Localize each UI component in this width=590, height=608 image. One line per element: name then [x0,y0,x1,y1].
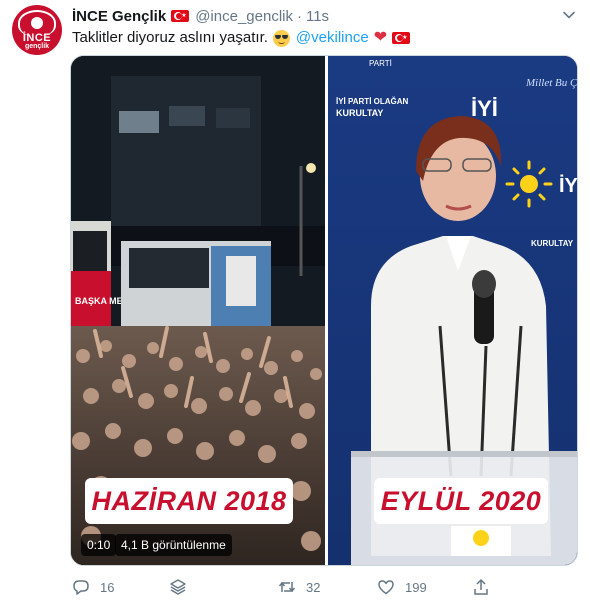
share-icon [474,578,488,595]
banner-kurultay-side-text: KURULTAY [531,239,574,248]
display-name[interactable]: İNCE Gençlik [72,8,166,25]
separator-dot: · [296,7,302,25]
stack-button[interactable] [169,576,187,598]
view-count-badge: 4,1 B görüntülenme [115,534,232,556]
turkey-flag-icon: ★ [171,10,190,22]
like-count: 199 [405,579,427,595]
video-player[interactable]: BAŞKA MEMLEKET PARTİ İYİ PARTİ OLAĞAN KU… [70,55,578,566]
banner-parti-text: PARTİ [369,59,392,68]
video-duration-badge: 0:10 [81,534,117,556]
avatar-logo-subtext: gençlik [24,43,50,50]
red-heart-emoji-icon: ❤ [373,29,388,46]
user-handle[interactable]: @ince_genclik [195,8,293,25]
banner-iyi-logo-text: İYİ [471,96,498,121]
mention-link[interactable]: @vekilince [296,28,369,48]
reply-count: 16 [100,579,115,595]
avatar[interactable]: İNCE gençlik [12,5,62,55]
chevron-down-icon[interactable] [562,8,576,22]
banner-slogan-text: Millet Bu Çağrıyor [525,77,578,89]
left-caption: HAZİRAN 2018 [85,478,293,524]
tweet-header: İNCE Gençlik ★ @ince_genclik · 11s [72,6,329,26]
action-bar: 16 32 199 [72,576,532,598]
timestamp[interactable]: 11s [306,8,329,25]
like-button[interactable]: 199 [377,576,427,598]
heart-icon [378,580,394,595]
reply-icon [73,580,89,595]
turkey-flag-emoji-icon: ★ [392,32,411,44]
cool-face-emoji-icon [272,29,290,47]
sun-logo-icon [505,160,553,208]
tweet[interactable]: İNCE gençlik İNCE Gençlik ★ @ince_gencli… [0,0,590,608]
tweet-text-body: Taklitler diyoruz aslını yaşatır. [72,29,268,46]
share-button[interactable] [472,576,490,598]
avatar-figure-shape [31,17,43,29]
tweet-text: Taklitler diyoruz aslını yaşatır. @vekil… [72,28,411,48]
banner-kurultay-text: KURULTAY [336,108,383,118]
right-caption: EYLÜL 2020 [374,478,548,524]
retweet-button[interactable]: 32 [278,576,320,598]
layers-icon [170,579,186,595]
retweet-count: 32 [306,579,321,595]
split-divider [325,56,328,565]
banner-iyi-side-text: İYİ [559,174,578,197]
retweet-icon [278,581,296,593]
banner-iyi-parti-olagan-text: İYİ PARTİ OLAĞAN [336,97,409,106]
reply-button[interactable]: 16 [72,576,114,598]
